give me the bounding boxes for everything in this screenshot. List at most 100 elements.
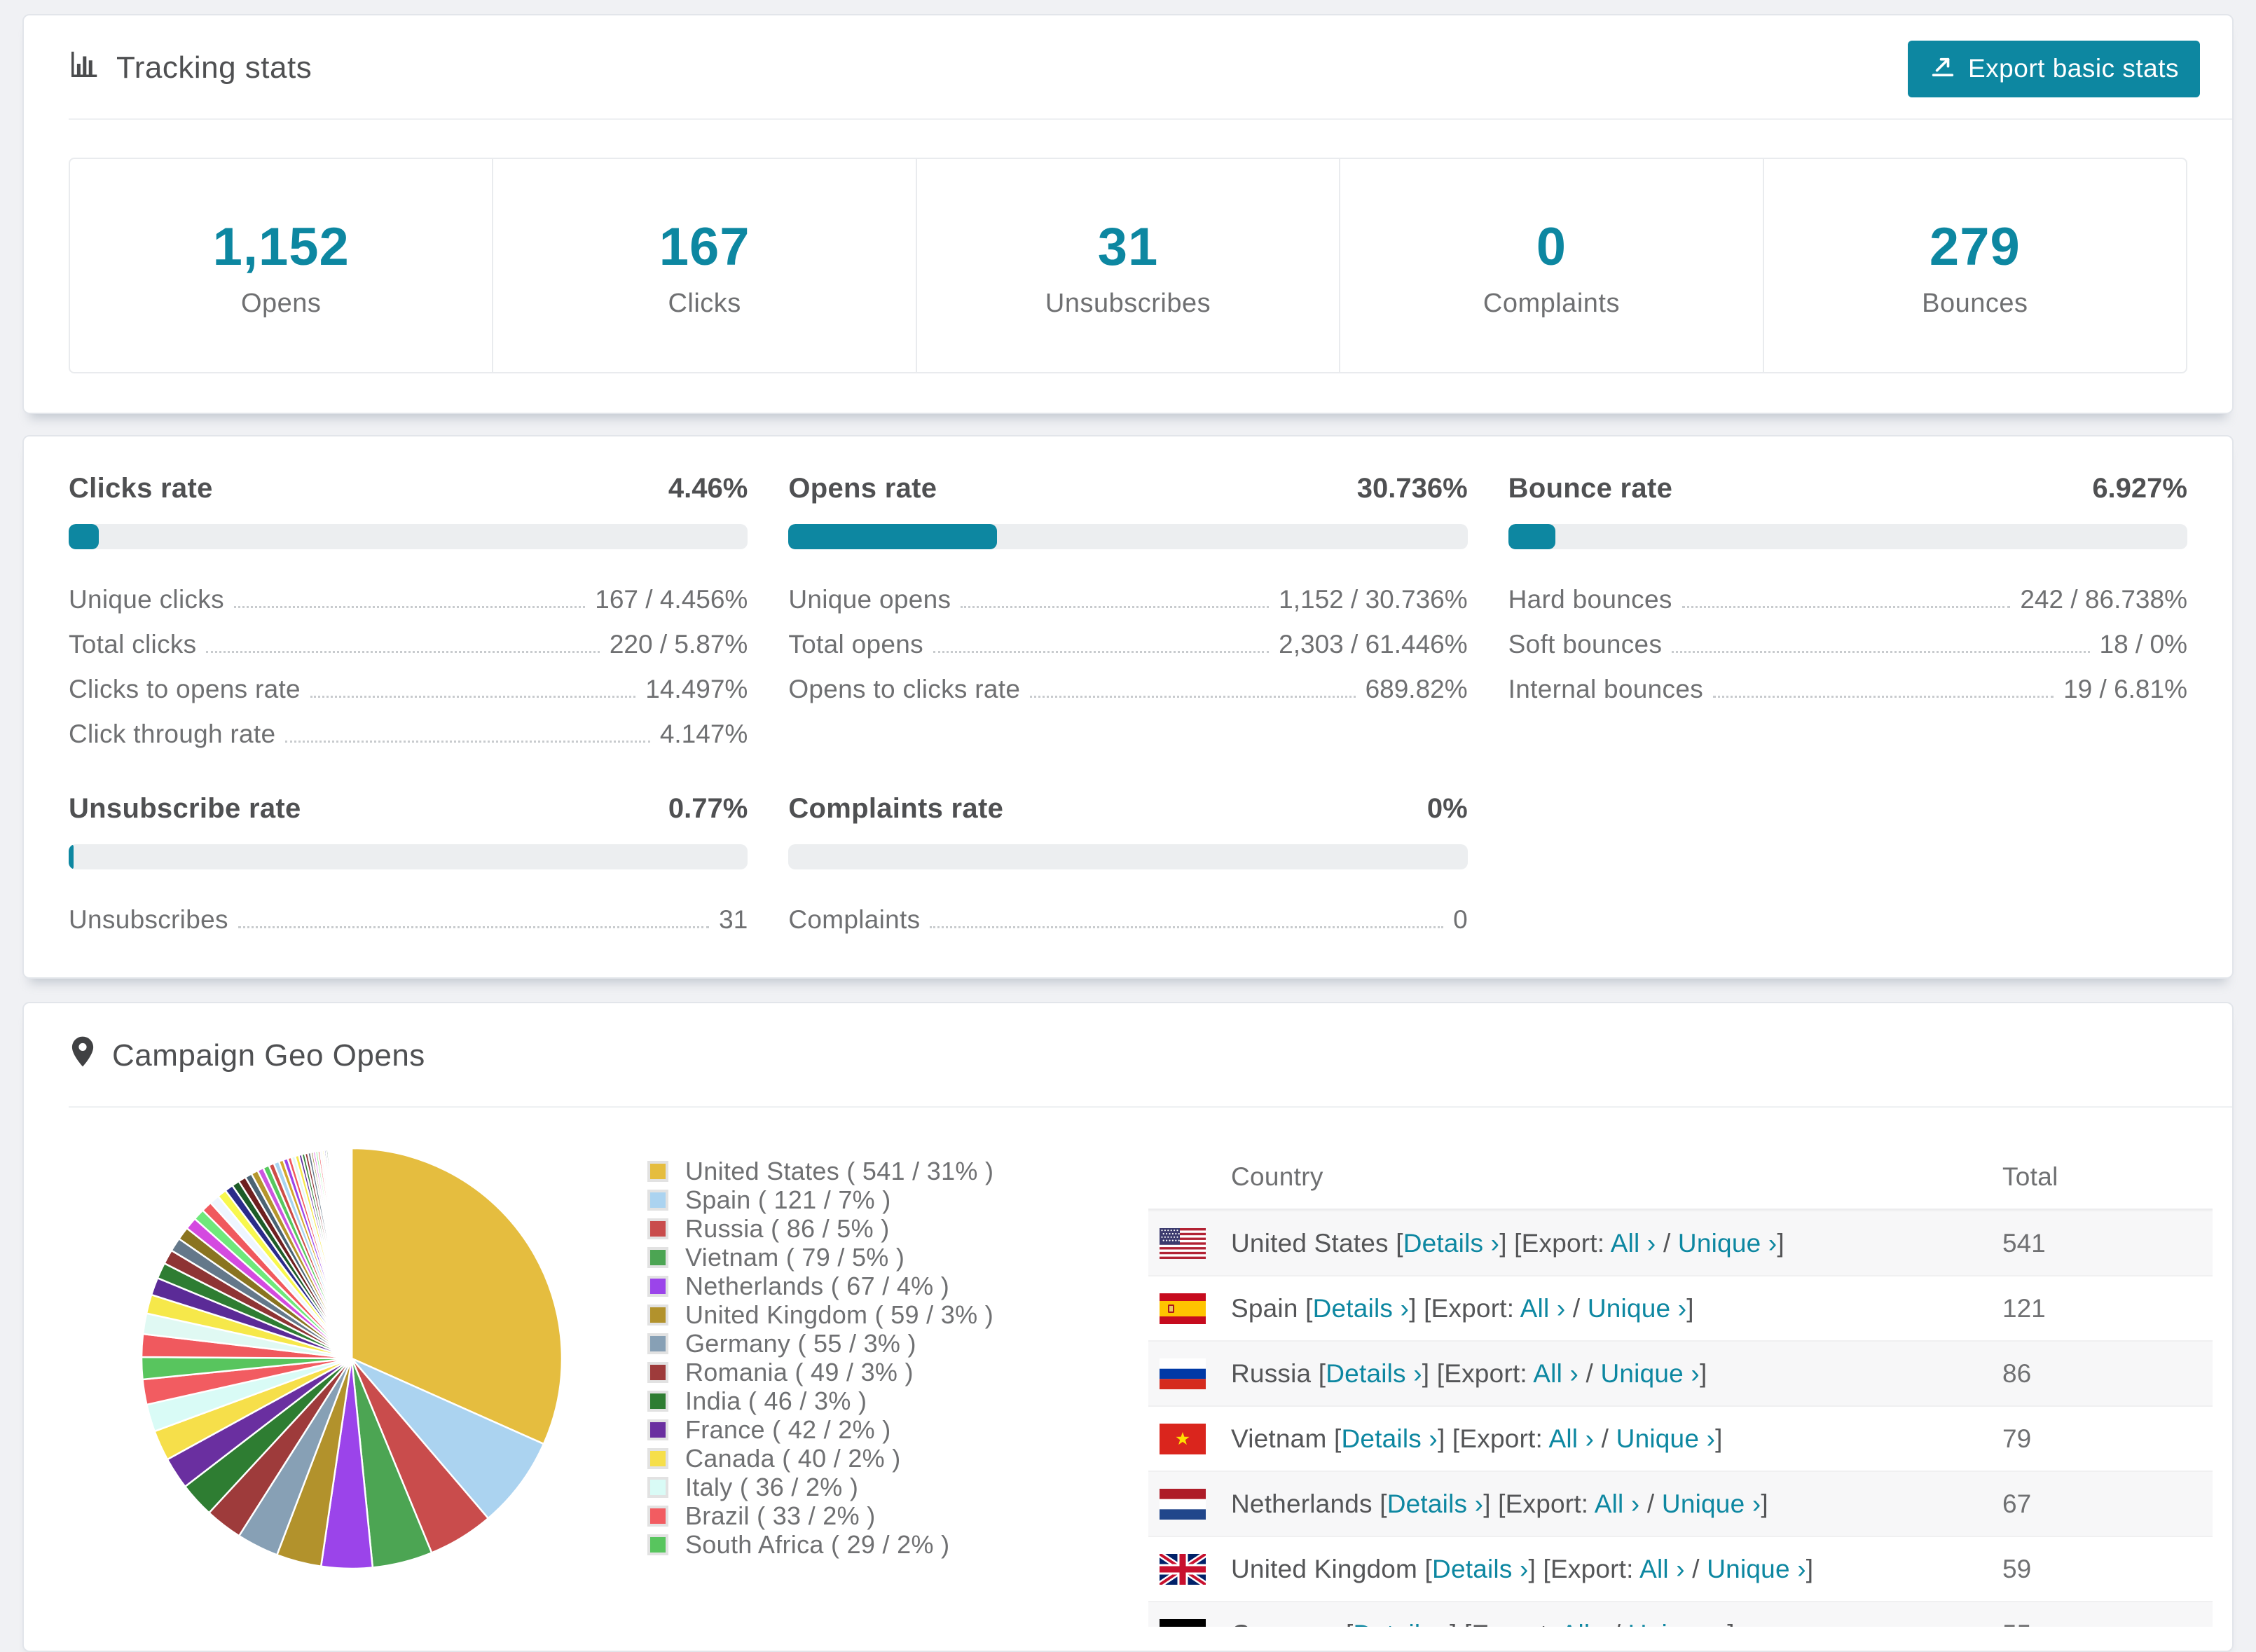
bar-chart-icon [69, 48, 101, 88]
total-cell: 86 [2002, 1359, 2213, 1389]
legend-swatch [647, 1305, 668, 1326]
rate-title: Bounce rate [1508, 473, 1672, 504]
export-unique-link[interactable]: Unique › [1707, 1555, 1806, 1583]
progress-bar-track [69, 844, 748, 869]
legend-label: Romania ( 49 / 3% ) [685, 1358, 914, 1387]
country-cell: Netherlands [Details ›] [Export: All › /… [1231, 1489, 2002, 1519]
vn-flag-icon [1160, 1424, 1206, 1454]
rate-row: Internal bounces19 / 6.81% [1508, 667, 2187, 712]
export-unique-link[interactable]: Unique › [1600, 1359, 1699, 1388]
legend-item-france: France ( 42 / 2% ) [647, 1415, 991, 1444]
stat-cell-opens: 1,152 Opens [70, 159, 492, 372]
details-link[interactable]: Details › [1354, 1620, 1450, 1627]
details-link[interactable]: Details › [1326, 1359, 1422, 1388]
legend-swatch [647, 1391, 668, 1412]
export-unique-link[interactable]: Unique › [1588, 1294, 1686, 1323]
stat-cell-complaints: 0 Complaints [1339, 159, 1762, 372]
stat-value: 0 [1340, 216, 1762, 277]
legend-item-united-states: United States ( 541 / 31% ) [647, 1157, 991, 1185]
export-all-link[interactable]: All › [1595, 1489, 1640, 1518]
rate-block-bounce-rate: Bounce rate6.927%Hard bounces242 / 86.73… [1508, 473, 2187, 757]
geo-opens-header: Campaign Geo Opens [24, 1003, 2232, 1106]
export-icon [1929, 51, 1957, 85]
tracking-stats-header: Tracking stats Export basic stats [24, 15, 2232, 118]
export-all-link[interactable]: All › [1561, 1620, 1607, 1627]
legend-label: Netherlands ( 67 / 4% ) [685, 1272, 949, 1301]
dotted-leader [1672, 651, 2089, 653]
details-link[interactable]: Details › [1341, 1424, 1438, 1453]
export-unique-link[interactable]: Unique › [1662, 1489, 1761, 1518]
stat-label: Clicks [493, 289, 915, 319]
legend-item-vietnam: Vietnam ( 79 / 5% ) [647, 1243, 991, 1272]
geo-table-row-united-kingdom: United Kingdom [Details ›] [Export: All … [1148, 1536, 2213, 1601]
export-basic-stats-button[interactable]: Export basic stats [1908, 41, 2200, 97]
legend-swatch [647, 1247, 668, 1268]
legend-item-canada: Canada ( 40 / 2% ) [647, 1444, 991, 1473]
country-cell: United States [Details ›] [Export: All ›… [1231, 1229, 2002, 1258]
details-link[interactable]: Details › [1432, 1555, 1529, 1583]
total-cell: 79 [2002, 1424, 2213, 1454]
legend-item-italy: Italy ( 36 / 2% ) [647, 1473, 991, 1501]
progress-bar-track [788, 844, 1467, 869]
country-cell: Germany [Details ›] [Export: All › / Uni… [1231, 1620, 2002, 1627]
rate-title: Complaints rate [788, 793, 1003, 825]
legend-label: South Africa ( 29 / 2% ) [685, 1530, 949, 1560]
stat-value: 1,152 [70, 216, 492, 277]
rate-value: 30.736% [1357, 473, 1468, 504]
rate-title: Unsubscribe rate [69, 793, 301, 825]
rate-row: Click through rate4.147% [69, 712, 748, 757]
rates-grid: Clicks rate4.46%Unique clicks167 / 4.456… [69, 473, 2187, 942]
progress-bar-track [69, 524, 748, 549]
stat-label: Opens [70, 289, 492, 319]
rate-value: 0% [1427, 793, 1468, 825]
rate-row: Clicks to opens rate14.497% [69, 667, 748, 712]
export-all-link[interactable]: All › [1611, 1229, 1656, 1258]
stat-label: Unsubscribes [917, 289, 1339, 319]
legend-label: Canada ( 40 / 2% ) [685, 1444, 901, 1473]
rate-row: Total opens2,303 / 61.446% [788, 622, 1467, 667]
export-unique-link[interactable]: Unique › [1628, 1620, 1727, 1627]
export-all-link[interactable]: All › [1548, 1424, 1594, 1453]
export-unique-link[interactable]: Unique › [1678, 1229, 1777, 1258]
rate-block-clicks-rate: Clicks rate4.46%Unique clicks167 / 4.456… [69, 473, 748, 757]
country-cell: Spain [Details ›] [Export: All › / Uniqu… [1231, 1294, 2002, 1323]
column-header-country: Country [1231, 1162, 2002, 1192]
geo-opens-card: Campaign Geo Opens United States ( 541 /… [22, 1002, 2234, 1652]
details-link[interactable]: Details › [1403, 1229, 1500, 1258]
export-unique-link[interactable]: Unique › [1616, 1424, 1715, 1453]
geo-table-row-russia: Russia [Details ›] [Export: All › / Uniq… [1148, 1340, 2213, 1405]
legend-swatch [647, 1477, 668, 1498]
details-link[interactable]: Details › [1313, 1294, 1410, 1323]
rate-block-opens-rate: Opens rate30.736%Unique opens1,152 / 30.… [788, 473, 1467, 757]
rate-value: 0.77% [668, 793, 748, 825]
rates-card: Clicks rate4.46%Unique clicks167 / 4.456… [22, 435, 2234, 979]
legend-label: Spain ( 121 / 7% ) [685, 1185, 891, 1215]
us-flag-icon [1160, 1228, 1206, 1259]
export-all-link[interactable]: All › [1639, 1555, 1685, 1583]
legend-label: United States ( 541 / 31% ) [685, 1157, 993, 1186]
legend-swatch [647, 1333, 668, 1354]
country-cell: Vietnam [Details ›] [Export: All › / Uni… [1231, 1424, 2002, 1454]
geo-pie-chart [135, 1141, 569, 1576]
geo-table-row-united-states: United States [Details ›] [Export: All ›… [1148, 1210, 2213, 1275]
dotted-leader [961, 606, 1269, 608]
export-all-link[interactable]: All › [1520, 1294, 1566, 1323]
dotted-leader [1682, 606, 2011, 608]
header-divider [69, 118, 2232, 120]
dotted-leader [206, 651, 599, 653]
dotted-leader [933, 651, 1269, 653]
legend-item-romania: Romania ( 49 / 3% ) [647, 1358, 991, 1386]
legend-swatch [647, 1448, 668, 1469]
geo-opens-title: Campaign Geo Opens [112, 1038, 425, 1073]
legend-swatch [647, 1161, 668, 1182]
legend-label: Russia ( 86 / 5% ) [685, 1214, 890, 1244]
stat-label: Complaints [1340, 289, 1762, 319]
details-link[interactable]: Details › [1387, 1489, 1484, 1518]
legend-item-india: India ( 46 / 3% ) [647, 1386, 991, 1415]
export-all-link[interactable]: All › [1533, 1359, 1578, 1388]
legend-swatch [647, 1534, 668, 1555]
stat-value: 167 [493, 216, 915, 277]
dotted-leader [238, 926, 709, 928]
total-cell: 121 [2002, 1294, 2213, 1323]
dotted-leader [930, 926, 1443, 928]
